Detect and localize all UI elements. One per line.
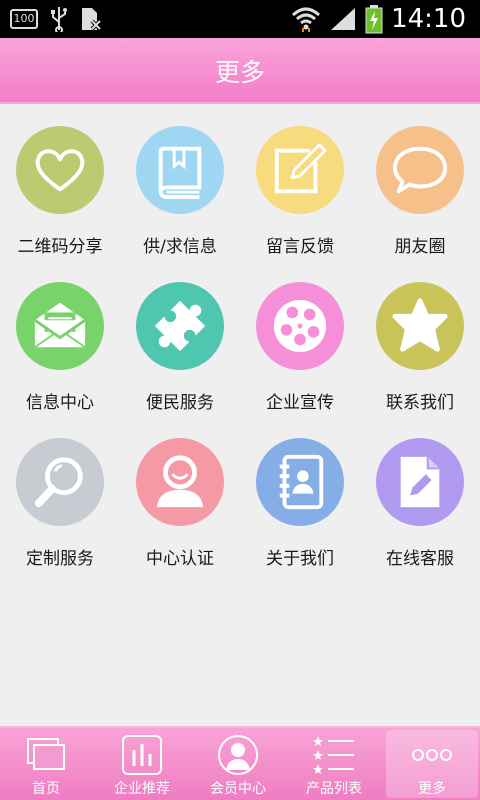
tile-icon-circle <box>256 282 344 370</box>
tile-icon-circle <box>16 438 104 526</box>
usb-icon <box>51 7 67 32</box>
battery-100-icon: 100 <box>10 9 38 29</box>
tile-online-service[interactable]: 在线客服 <box>360 416 480 569</box>
tile-label: 关于我们 <box>266 549 334 569</box>
tile-icon-circle <box>376 126 464 214</box>
tile-about-us[interactable]: 关于我们 <box>240 416 360 569</box>
battery-charging-icon <box>365 5 383 34</box>
tile-label: 留言反馈 <box>266 237 334 257</box>
nav-label: 更多 <box>418 781 446 797</box>
nav-home[interactable]: 首页 <box>0 730 92 798</box>
tile-label: 定制服务 <box>26 549 94 569</box>
mail-icon <box>34 302 86 349</box>
tile-message-center[interactable]: 信息中心 <box>0 260 120 413</box>
user-icon <box>216 734 260 776</box>
person-icon <box>156 455 204 508</box>
tile-icon-circle <box>16 282 104 370</box>
note-edit-icon <box>274 143 327 194</box>
document-edit-icon <box>400 456 440 508</box>
tile-certification[interactable]: 中心认证 <box>120 416 240 569</box>
nav-company-recommend[interactable]: 企业推荐 <box>96 730 188 798</box>
signal-icon <box>331 8 356 30</box>
contact-book-icon <box>279 454 324 510</box>
tile-icon-circle <box>136 438 224 526</box>
tile-label: 中心认证 <box>146 549 214 569</box>
tile-feedback[interactable]: 留言反馈 <box>240 104 360 257</box>
tile-icon-circle <box>376 438 464 526</box>
tile-label: 供/求信息 <box>143 237 217 257</box>
film-reel-icon <box>273 299 327 353</box>
tile-promotion[interactable]: 企业宣传 <box>240 260 360 413</box>
nav-product-list[interactable]: 产品列表 <box>288 730 380 798</box>
tile-label: 企业宣传 <box>266 393 334 413</box>
tile-moments[interactable]: 朋友圈 <box>360 104 480 257</box>
tile-contact-us[interactable]: 联系我们 <box>360 260 480 413</box>
tile-icon-circle <box>16 126 104 214</box>
bottom-nav: 首页 企业推荐 会员中心 产品列表 更多 <box>0 726 480 800</box>
magnifier-icon <box>34 457 83 508</box>
status-bar: 100 14:10 <box>0 0 480 38</box>
nav-label: 产品列表 <box>306 781 362 797</box>
tile-convenience-service[interactable]: 便民服务 <box>120 260 240 413</box>
tile-icon-circle <box>256 438 344 526</box>
tile-label: 便民服务 <box>146 393 214 413</box>
speech-bubble-icon <box>392 146 448 194</box>
sim-disabled-icon <box>82 8 102 31</box>
star-icon <box>392 298 448 352</box>
heart-icon <box>35 149 85 192</box>
tile-icon-circle <box>256 126 344 214</box>
bar-chart-icon <box>120 734 164 776</box>
tile-supply-demand[interactable]: 供/求信息 <box>120 104 240 257</box>
nav-label: 首页 <box>32 781 60 797</box>
clock: 14:10 <box>391 4 466 34</box>
page-title: 更多 <box>214 58 265 87</box>
tile-icon-circle <box>136 282 224 370</box>
more-dots-icon <box>410 734 454 776</box>
tile-icon-circle <box>376 282 464 370</box>
wifi-icon <box>292 7 321 32</box>
tile-label: 二维码分享 <box>17 237 103 257</box>
tile-qrcode-share[interactable]: 二维码分享 <box>0 104 120 257</box>
tile-label: 朋友圈 <box>394 237 446 257</box>
tile-label: 信息中心 <box>26 393 94 413</box>
tile-custom-service[interactable]: 定制服务 <box>0 416 120 569</box>
star-list-icon <box>312 734 356 776</box>
book-icon <box>158 146 202 199</box>
nav-member-center[interactable]: 会员中心 <box>192 730 284 798</box>
nav-label: 会员中心 <box>210 781 266 797</box>
tile-label: 在线客服 <box>386 549 454 569</box>
nav-more[interactable]: 更多 <box>386 730 478 798</box>
windows-icon <box>24 734 68 776</box>
app-header: 更多 <box>0 38 480 104</box>
puzzle-icon <box>154 300 206 352</box>
tile-label: 联系我们 <box>386 393 454 413</box>
nav-label: 企业推荐 <box>114 781 170 797</box>
tile-icon-circle <box>136 126 224 214</box>
